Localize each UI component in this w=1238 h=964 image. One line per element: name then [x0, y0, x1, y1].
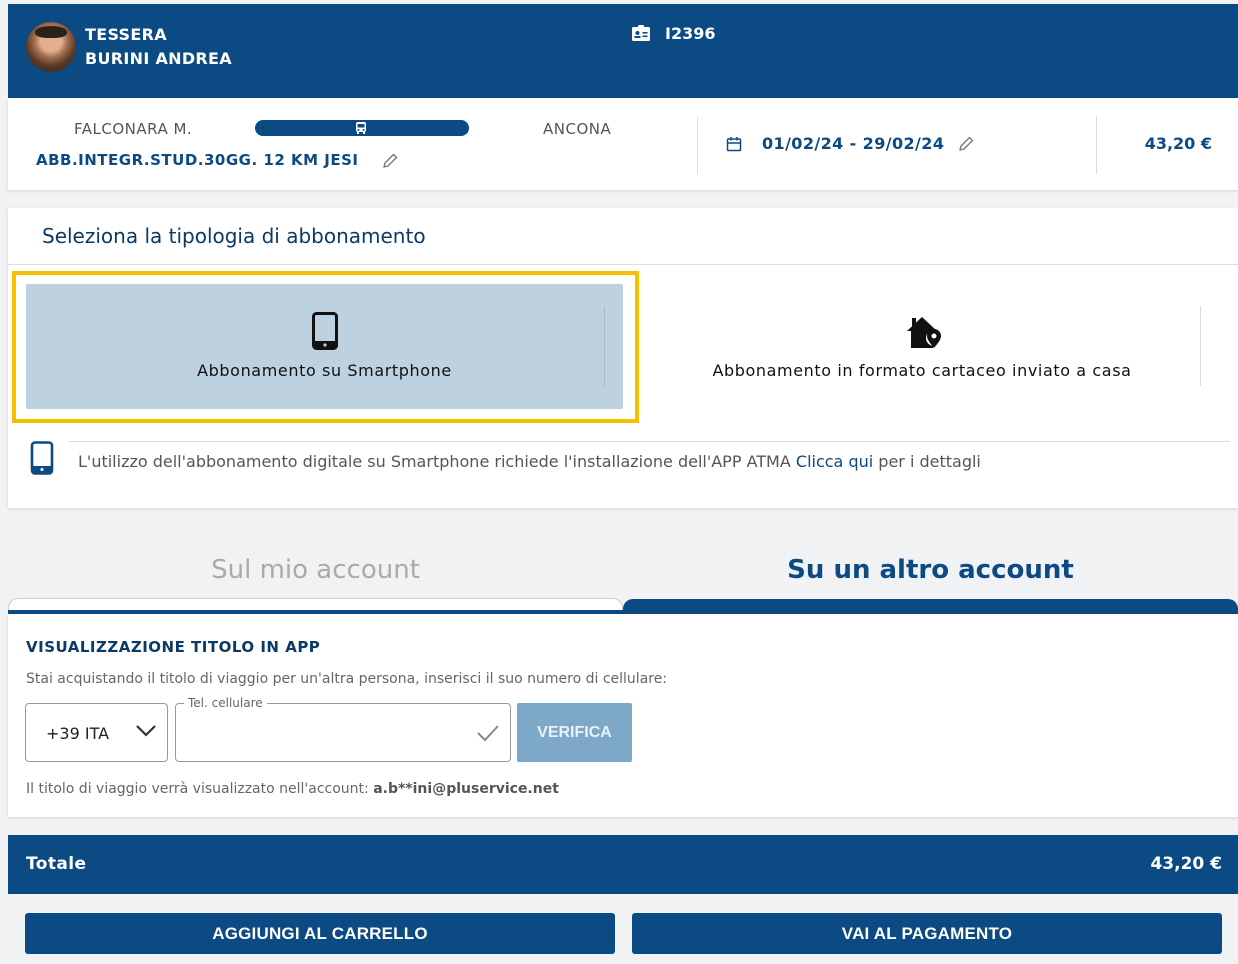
account-email: a.b**ini@pluservice.net	[373, 781, 559, 797]
option-label: Abbonamento in formato cartaceo inviato …	[712, 361, 1132, 380]
id-card-icon	[632, 25, 650, 41]
divider	[68, 441, 1230, 442]
account-info-text: Il titolo di viaggio verrà visualizzato …	[26, 781, 369, 797]
divider	[604, 306, 605, 386]
note-text: L'utilizzo dell'abbonamento digitale su …	[78, 452, 791, 471]
smartphone-icon	[312, 312, 338, 350]
divider	[1096, 116, 1097, 174]
tab-my-account[interactable]: Sul mio account	[8, 555, 623, 585]
app-requirement-note: L'utilizzo dell'abbonamento digitale su …	[78, 452, 981, 471]
bus-icon	[356, 122, 366, 134]
validity-dates: 01/02/24 - 29/02/24	[762, 134, 945, 153]
form-title: VISUALIZZAZIONE TITOLO IN APP	[26, 638, 321, 656]
details-link[interactable]: Clicca qui	[796, 452, 873, 471]
route-bar	[255, 120, 469, 136]
divider	[1200, 306, 1201, 386]
add-to-cart-button[interactable]: AGGIUNGI AL CARRELLO	[25, 913, 615, 954]
origin-stop: FALCONARA M.	[74, 120, 193, 138]
divider	[8, 264, 1238, 265]
chevron-down-icon	[136, 725, 156, 737]
form-description: Stai acquistando il titolo di viaggio pe…	[26, 671, 668, 687]
phone-number-field[interactable]: Tel. cellulare	[175, 696, 511, 762]
option-paper-home[interactable]: Abbonamento in formato cartaceo inviato …	[638, 284, 1230, 409]
edit-dates-pencil-icon[interactable]	[957, 135, 975, 153]
total-label: Totale	[26, 854, 87, 874]
total-amount: 43,20 €	[1150, 854, 1222, 874]
smartphone-icon	[30, 441, 54, 475]
app-title-form: VISUALIZZAZIONE TITOLO IN APP Stai acqui…	[8, 614, 1238, 817]
country-code-select[interactable]: +39 ITA	[25, 703, 168, 762]
calendar-icon	[726, 137, 742, 152]
check-icon	[477, 725, 499, 742]
section-title: Seleziona la tipologia di abbonamento	[42, 224, 426, 248]
tab-other-account-indicator	[623, 599, 1238, 615]
card-id: I2396	[665, 24, 716, 43]
option-smartphone[interactable]: Abbonamento su Smartphone	[26, 284, 623, 409]
home-location-icon	[907, 317, 942, 348]
card-type-label: TESSERA	[85, 25, 167, 44]
avatar	[26, 22, 76, 72]
tab-other-account[interactable]: Su un altro account	[623, 555, 1238, 585]
subscription-type-card: Seleziona la tipologia di abbonamento Ab…	[8, 208, 1238, 508]
phone-label: Tel. cellulare	[184, 696, 267, 710]
total-bar: Totale 43,20 €	[8, 835, 1238, 894]
country-code-value: +39 ITA	[46, 724, 110, 743]
destination-stop: ANCONA	[543, 120, 612, 138]
route-summary: FALCONARA M. ANCONA ABB.INTEGR.STUD.30GG…	[8, 98, 1238, 190]
account-info: Il titolo di viaggio verrà visualizzato …	[26, 781, 559, 797]
go-to-payment-button[interactable]: VAI AL PAGAMENTO	[632, 913, 1222, 954]
divider	[697, 116, 698, 174]
edit-product-pencil-icon[interactable]	[381, 152, 399, 170]
verify-button[interactable]: VERIFICA	[517, 703, 632, 762]
product-name: ABB.INTEGR.STUD.30GG. 12 KM JESI	[36, 151, 359, 169]
user-name: BURINI ANDREA	[85, 49, 232, 68]
subscription-price: 43,20 €	[1144, 134, 1212, 153]
note-tail: per i dettagli	[878, 452, 981, 471]
user-header: TESSERA BURINI ANDREA I2396	[8, 4, 1238, 98]
option-label: Abbonamento su Smartphone	[197, 361, 452, 380]
